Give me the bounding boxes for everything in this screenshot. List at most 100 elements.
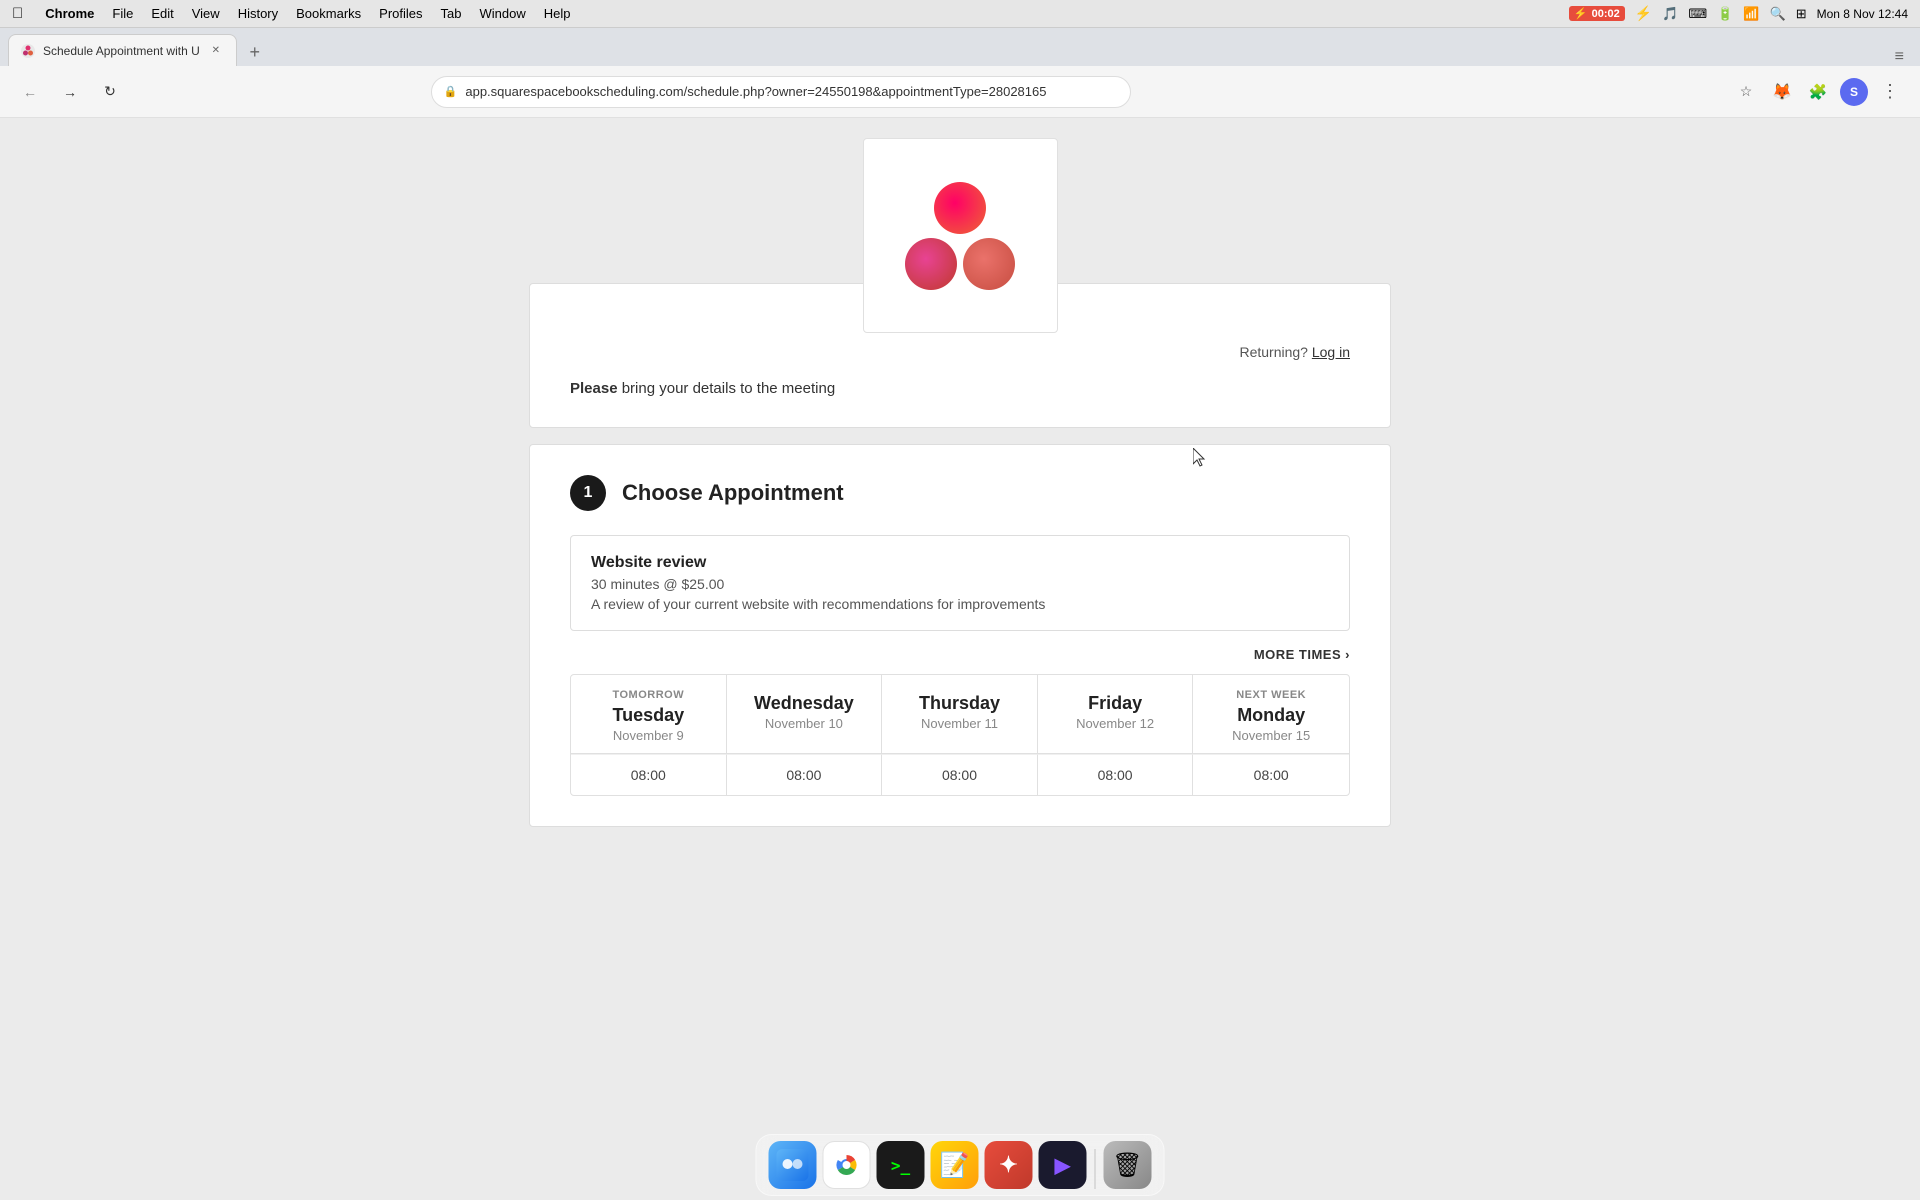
cal-day-name-2: Thursday: [898, 693, 1021, 714]
dock-cursor-app-icon[interactable]: ✦: [985, 1141, 1033, 1189]
cal-day-label-4: NEXT WEEK: [1209, 689, 1333, 701]
forward-button[interactable]: →: [56, 78, 84, 106]
tab-favicon: [21, 44, 35, 58]
logo-bottom-right-circle: [963, 238, 1015, 290]
chrome-window: Schedule Appointment with U ✕ + ≡ ← → ↻ …: [0, 28, 1920, 1200]
dock-warp-icon[interactable]: ▶: [1039, 1141, 1087, 1189]
dock-trash-icon[interactable]: 🗑: [1104, 1141, 1152, 1189]
more-times-button[interactable]: MORE TIMES ›: [1254, 647, 1350, 662]
returning-text: Returning? Log in: [570, 344, 1350, 360]
menu-keyboard-icon: ⌨: [1688, 6, 1707, 22]
menu-bookmarks[interactable]: Bookmarks: [296, 6, 361, 21]
brand-logo: [905, 182, 1015, 290]
menu-date-time: Mon 8 Nov 12:44: [1817, 7, 1908, 21]
cal-day-name-4: Monday: [1209, 705, 1333, 726]
menu-window[interactable]: Window: [480, 6, 526, 21]
menu-bar-left:  Chrome File Edit View History Bookmark…: [12, 5, 571, 22]
extension-fox-icon[interactable]: 🦊: [1768, 78, 1796, 106]
chrome-menu-icon[interactable]: ⋮: [1876, 78, 1904, 106]
menu-bar:  Chrome File Edit View History Bookmark…: [0, 0, 1920, 28]
dock-notes-icon[interactable]: 📝: [931, 1141, 979, 1189]
calendar-grid: TOMORROW Tuesday November 9 Wednesday No…: [570, 674, 1350, 796]
calendar-header: TOMORROW Tuesday November 9 Wednesday No…: [571, 675, 1349, 754]
step-title: Choose Appointment: [622, 480, 844, 506]
menu-file[interactable]: File: [112, 6, 133, 21]
appointment-name: Website review: [591, 554, 1329, 572]
cal-day-date-4: November 15: [1209, 728, 1333, 743]
battery-indicator: ⚡ 00:02: [1569, 6, 1625, 21]
calendar-day-header-2: Thursday November 11: [882, 675, 1038, 753]
new-tab-button[interactable]: +: [241, 38, 269, 66]
calendar-time-cell-1[interactable]: 08:00: [727, 754, 883, 795]
url-text: app.squarespacebookscheduling.com/schedu…: [465, 84, 1117, 99]
menu-search-icon[interactable]: 🔍: [1770, 6, 1786, 22]
step-header: 1 Choose Appointment: [570, 475, 1350, 511]
logo-bottom-circles: [905, 238, 1015, 290]
dock-terminal-icon[interactable]: >_: [877, 1141, 925, 1189]
menu-audio-icon: 🎵: [1662, 6, 1678, 22]
dock: >_ 📝 ✦ ▶ 🗑: [756, 1134, 1165, 1196]
logo-bottom-left-circle: [905, 238, 957, 290]
menu-history[interactable]: History: [238, 6, 278, 21]
tab-title: Schedule Appointment with U: [43, 44, 200, 58]
menu-battery-full-icon: 🔋: [1717, 6, 1733, 22]
address-bar-right: ☆ 🦊 🧩 S ⋮: [1732, 78, 1904, 106]
calendar-day-header-0: TOMORROW Tuesday November 9: [571, 675, 727, 753]
extensions-puzzle-icon[interactable]: 🧩: [1804, 78, 1832, 106]
menu-edit[interactable]: Edit: [151, 6, 173, 21]
calendar-time-cell-0[interactable]: 08:00: [571, 754, 727, 795]
appointment-option[interactable]: Website review 30 minutes @ $25.00 A rev…: [570, 535, 1350, 631]
menu-view[interactable]: View: [192, 6, 220, 21]
cal-day-date-2: November 11: [898, 716, 1021, 731]
apple-logo-icon[interactable]: : [12, 5, 23, 22]
dock-finder-icon[interactable]: [769, 1141, 817, 1189]
menu-bolt-icon: ⚡: [1635, 5, 1652, 22]
calendar-day-header-1: Wednesday November 10: [727, 675, 883, 753]
reload-button[interactable]: ↻: [96, 78, 124, 106]
battery-time: 00:02: [1592, 8, 1620, 20]
more-times-row: MORE TIMES ›: [570, 647, 1350, 662]
appointment-description: A review of your current website with re…: [591, 596, 1329, 612]
cal-day-label-0: TOMORROW: [587, 689, 710, 701]
menu-chrome[interactable]: Chrome: [45, 6, 94, 21]
dock-divider: [1095, 1149, 1096, 1189]
menu-help[interactable]: Help: [544, 6, 571, 21]
cal-day-name-3: Friday: [1054, 693, 1177, 714]
chevron-right-icon: ›: [1345, 647, 1350, 662]
logo-container: [863, 138, 1058, 333]
step-number-badge: 1: [570, 475, 606, 511]
calendar-body: 08:0008:0008:0008:0008:00: [571, 754, 1349, 795]
please-text: Please bring your details to the meeting: [570, 380, 1350, 397]
appointment-meta: 30 minutes @ $25.00: [591, 576, 1329, 592]
cal-day-date-1: November 10: [743, 716, 866, 731]
calendar-time-cell-3[interactable]: 08:00: [1038, 754, 1194, 795]
calendar-time-cell-4[interactable]: 08:00: [1193, 754, 1349, 795]
cal-day-date-0: November 9: [587, 728, 710, 743]
more-times-label: MORE TIMES: [1254, 647, 1341, 662]
menu-control-center-icon[interactable]: ⊞: [1796, 6, 1807, 22]
dock-chrome-icon[interactable]: [823, 1141, 871, 1189]
address-bar: ← → ↻ 🔒 app.squarespacebookscheduling.co…: [0, 66, 1920, 118]
calendar-day-header-3: Friday November 12: [1038, 675, 1194, 753]
active-tab[interactable]: Schedule Appointment with U ✕: [8, 34, 237, 66]
tab-bar-menu-icon[interactable]: ≡: [1895, 48, 1904, 66]
url-bar[interactable]: 🔒 app.squarespacebookscheduling.com/sche…: [431, 76, 1131, 108]
bookmark-star-icon[interactable]: ☆: [1732, 78, 1760, 106]
cal-day-name-1: Wednesday: [743, 693, 866, 714]
step-card: 1 Choose Appointment Website review 30 m…: [529, 444, 1391, 827]
calendar-day-header-4: NEXT WEEK Monday November 15: [1193, 675, 1349, 753]
profile-button[interactable]: S: [1840, 78, 1868, 106]
menu-bar-right: ⚡ 00:02 ⚡ 🎵 ⌨ 🔋 📶 🔍 ⊞ Mon 8 Nov 12:44: [1569, 5, 1908, 22]
battery-lightning: ⚡: [1574, 7, 1588, 20]
menu-wifi-icon: 📶: [1743, 6, 1759, 22]
menu-profiles[interactable]: Profiles: [379, 6, 422, 21]
lock-icon: 🔒: [444, 85, 458, 98]
page-content: Returning? Log in Please bring your deta…: [0, 118, 1920, 1200]
calendar-time-cell-2[interactable]: 08:00: [882, 754, 1038, 795]
back-button[interactable]: ←: [16, 78, 44, 106]
login-link[interactable]: Log in: [1312, 344, 1350, 360]
cal-day-name-0: Tuesday: [587, 705, 710, 726]
menu-tab[interactable]: Tab: [441, 6, 462, 21]
cal-day-date-3: November 12: [1054, 716, 1177, 731]
tab-close-button[interactable]: ✕: [208, 43, 224, 59]
